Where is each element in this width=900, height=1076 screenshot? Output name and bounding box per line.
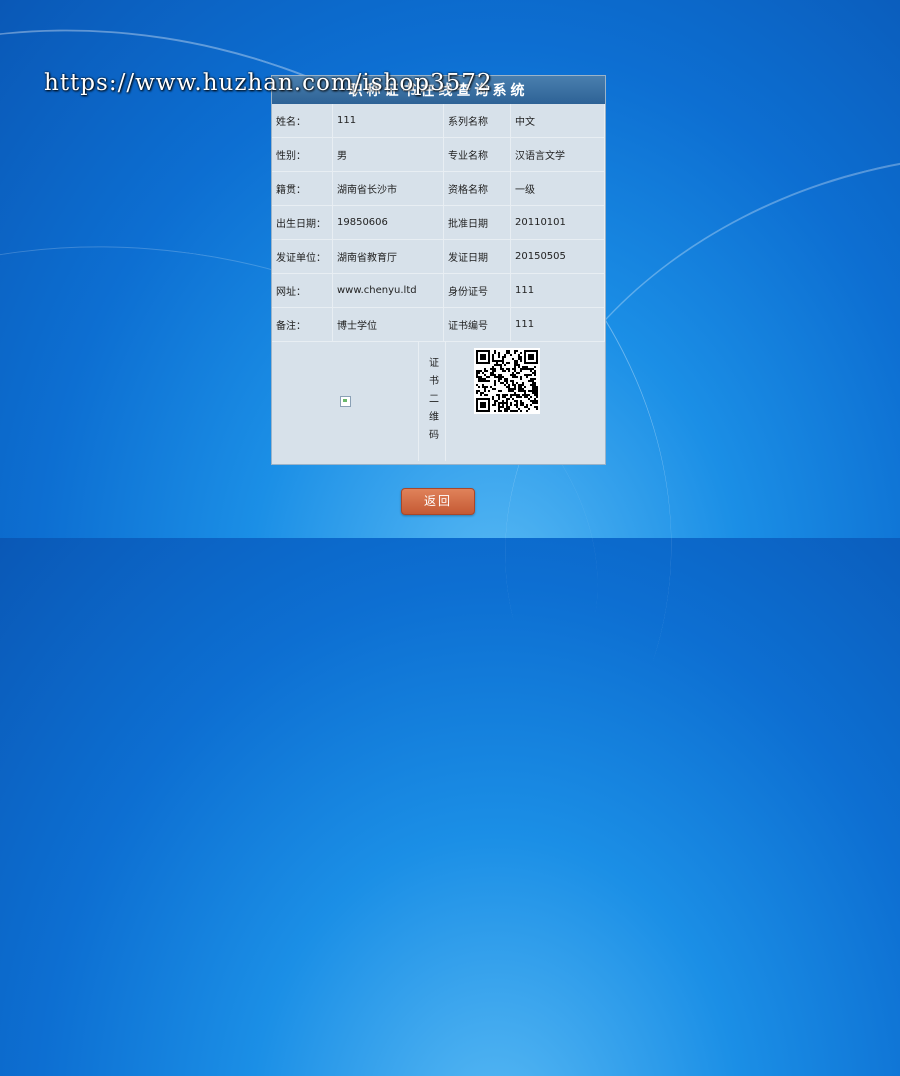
qr-label-cell: 证书二维码 bbox=[419, 342, 446, 461]
field-value: 湖南省长沙市 bbox=[332, 171, 444, 206]
field-value: 一级 bbox=[510, 171, 605, 206]
table-row: 出生日期： 19850606 批准日期 20110101 bbox=[272, 205, 605, 240]
back-button[interactable]: 返回 bbox=[401, 488, 475, 515]
table-row: 姓名： 111 系列名称 中文 bbox=[272, 104, 605, 138]
field-label: 籍贯： bbox=[272, 171, 333, 206]
field-label: 批准日期 bbox=[443, 205, 511, 240]
field-value: 20150505 bbox=[510, 239, 605, 274]
field-value: 20110101 bbox=[510, 205, 605, 240]
watermark-text: https://www.huzhan.com/ishop3572 bbox=[44, 70, 493, 96]
field-value: 男 bbox=[332, 137, 444, 172]
field-value: 中文 bbox=[510, 104, 605, 138]
field-value: 湖南省教育厅 bbox=[332, 239, 444, 274]
table-row: 发证单位： 湖南省教育厅 发证日期 20150505 bbox=[272, 239, 605, 274]
field-label: 性别： bbox=[272, 137, 333, 172]
field-label: 网址： bbox=[272, 273, 333, 308]
field-value: www.chenyu.ltd bbox=[332, 273, 444, 308]
field-label: 发证日期 bbox=[443, 239, 511, 274]
field-value: 111 bbox=[510, 307, 605, 342]
field-label: 资格名称 bbox=[443, 171, 511, 206]
table-row: 网址： www.chenyu.ltd 身份证号 111 bbox=[272, 273, 605, 308]
field-label: 系列名称 bbox=[443, 104, 511, 138]
table-row: 性别：男专业名称 汉语言文学 bbox=[272, 137, 605, 172]
qr-label: 证书二维码 bbox=[426, 356, 438, 447]
field-value: 19850606 bbox=[332, 205, 444, 240]
table-row: 备注： 博士学位 证书编号 111 bbox=[272, 307, 605, 342]
field-value: 汉语言文学 bbox=[510, 137, 605, 172]
field-label: 备注： bbox=[272, 307, 333, 342]
qr-code-image bbox=[474, 348, 540, 414]
field-label: 发证单位： bbox=[272, 239, 333, 274]
photo-image bbox=[339, 396, 351, 407]
photo-cell bbox=[272, 342, 419, 461]
table-row: 籍贯： 湖南省长沙市 资格名称 一级 bbox=[272, 171, 605, 206]
certificate-panel: 职称证书在线查询系统 姓名： 111 系列名称 中文 性别：男专业名称 汉语言文学 籍贯：湖… bbox=[271, 75, 606, 465]
field-label: 身份证号 bbox=[443, 273, 511, 308]
field-value: 111 bbox=[332, 104, 444, 138]
photo-qr-row: 证书二维码 bbox=[272, 342, 605, 461]
field-value: 111 bbox=[510, 273, 605, 308]
certificate-info-table: 姓名： 111 系列名称 中文 性别：男专业名称 汉语言文学 籍贯： 湖南省长沙市 资格名称 一级… bbox=[272, 104, 605, 342]
field-value: 博士学位 bbox=[332, 307, 444, 342]
field-label: 出生日期： bbox=[272, 205, 333, 240]
field-label: 姓名： bbox=[272, 104, 333, 138]
field-label: 专业名称 bbox=[443, 137, 511, 172]
qr-cell bbox=[446, 342, 605, 461]
field-label: 证书编号 bbox=[443, 307, 511, 342]
